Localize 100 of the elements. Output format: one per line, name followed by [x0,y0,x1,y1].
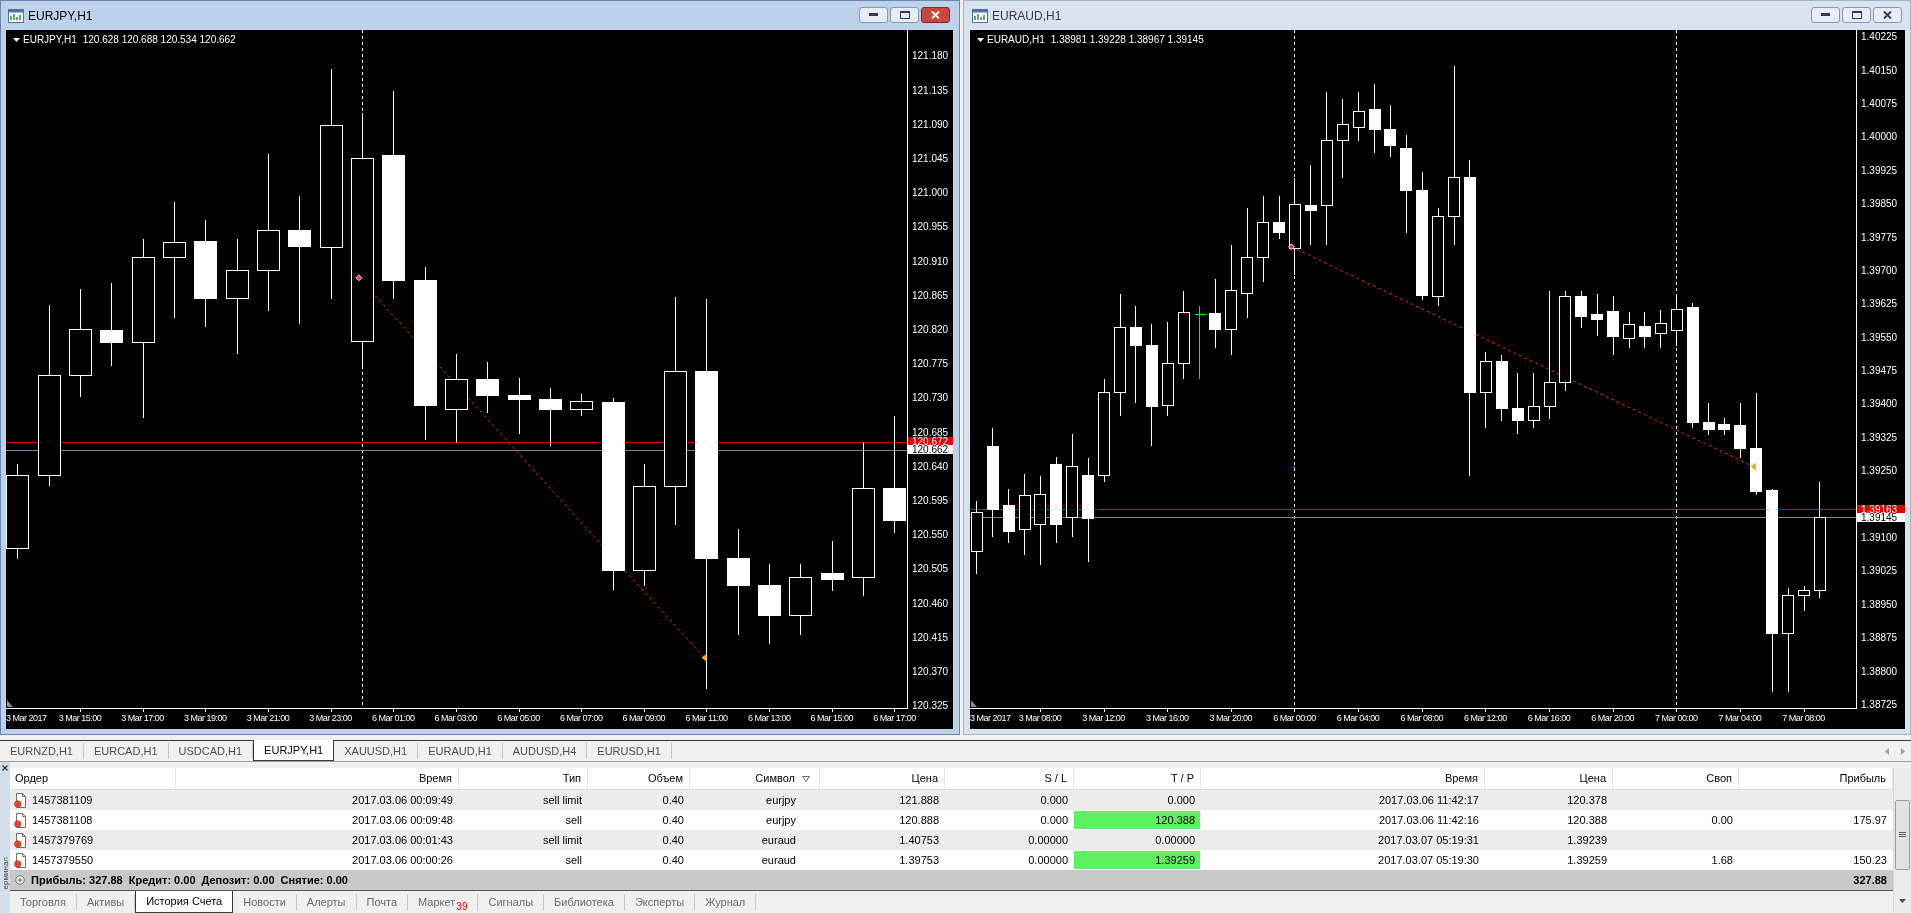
column-header[interactable]: Своп [1613,768,1739,789]
time-label: 3 Mar 2017 [6,712,47,724]
candlestick [1512,372,1524,434]
terminal-tab[interactable]: Новости [233,894,297,910]
column-header[interactable]: S / L [945,768,1074,789]
terminal-tab[interactable]: Маркет39 [408,894,479,910]
candlestick [1655,309,1667,348]
time-label: 6 Mar 07:00 [559,712,603,724]
column-header[interactable]: Время [1201,768,1485,789]
price-label: 120.865 [912,290,949,300]
time-label: 3 Mar 20:00 [1209,712,1253,724]
candlestick [1591,293,1603,336]
document-icon [14,792,27,808]
order-number: 1457381109 [32,792,93,808]
price-label: 1.38800 [1861,666,1898,676]
order-row[interactable]: 1457379769 2017.03.06 00:01:43 sell limit 0.40 euraud 1.40753 0.00000 0.00000 2017.03.07 05:19:31 1.39239 [10,830,1893,850]
document-icon [14,852,27,868]
shift-marker-icon [7,700,13,707]
price-label: 120.415 [912,632,949,642]
terminal-tab[interactable]: Библиотека [544,894,625,910]
minimize-button[interactable] [859,6,888,23]
price-label: 120.505 [912,564,949,574]
triangle-marker-icon [1750,462,1756,471]
terminal-tab[interactable]: Торговля [10,894,77,910]
close-icon[interactable] [2,765,8,771]
candlestick [1496,354,1508,421]
price-label: 1.39625 [1861,299,1898,309]
terminal-tab[interactable]: Сигналы [478,894,545,910]
terminal-tab[interactable]: Алерты [296,894,357,910]
terminal-tab[interactable]: Эксперты [624,894,696,910]
column-header[interactable]: Цена [820,768,945,789]
chart-tab[interactable]: EURJPY,H1 [253,740,335,761]
time-label: 3 Mar 12:00 [1082,712,1125,724]
column-header[interactable]: Время [176,768,459,789]
terminal-tab[interactable]: Почта [356,894,409,910]
close-time: 2017.03.07 05:19:30 [1378,852,1479,868]
close-icon [931,10,940,19]
order-number: 1457379769 [32,832,94,848]
close-button[interactable] [1873,6,1902,23]
candlestick [1607,295,1619,355]
ohlc-values: 1.38981 1.39228 1.38967 1.39145 [1050,34,1204,46]
column-header[interactable]: Объем [588,768,690,789]
scrollbar-track[interactable] [1893,768,1911,913]
chart-tab[interactable]: AUDUSD,H4 [502,743,588,759]
time-label: 7 Mar 08:00 [1782,712,1825,724]
time-label: 3 Mar 21:00 [246,712,290,724]
chart-symbol: EURJPY,H1 [23,34,77,46]
total-profit: 327.88 [1853,872,1888,888]
chart-icon [972,8,988,23]
close-button[interactable] [921,6,950,23]
triangle-marker-icon [701,653,707,662]
time-label: 6 Mar 03:00 [434,712,478,724]
price-label: 120.550 [912,530,949,540]
price-label: 1.39850 [1861,199,1898,209]
candlestick [1639,311,1651,348]
chart-tab[interactable]: EURNZD,H1 [0,743,84,759]
minimize-button[interactable] [1811,6,1840,23]
stop-loss: 0.000 [1040,812,1068,828]
price-label: 1.39250 [1861,466,1898,476]
order-row[interactable]: 1457381108 2017.03.06 00:09:48 sell 0.40 eurjpy 120.888 0.000 120.388 2017.03.06 11:42:16 120.388 0.00 175.97 [10,810,1893,830]
column-header[interactable]: Цена [1485,768,1613,789]
stop-loss: 0.00000 [1028,832,1068,848]
window-title: EURJPY,H1 [28,7,93,25]
diamond-marker-icon [1288,243,1295,251]
time-label: 3 Mar 16:00 [1145,712,1189,724]
column-header[interactable]: T / P [1074,768,1201,789]
candlestick [789,563,812,635]
chart-tab[interactable]: EURAUD,H1 [418,743,503,759]
profit: 175.97 [1853,812,1887,828]
shift-marker-icon [971,700,977,707]
column-header[interactable]: Символ [690,768,820,789]
down-arrow-icon[interactable] [1899,899,1906,903]
price-label: 120.370 [912,667,949,676]
scrollbar-thumb[interactable] [1895,800,1910,870]
terminal-tab[interactable]: История Счета [135,891,234,913]
price-label: 1.40000 [1861,132,1898,142]
swap: 1.68 [1711,852,1733,868]
caret-icon[interactable] [13,38,20,42]
terminal-tab[interactable]: Журнал [695,894,757,910]
time-label: 6 Mar 00:00 [1273,712,1316,724]
chart-tab[interactable]: XAUUSD,H1 [334,743,419,759]
column-header[interactable]: Тип [459,768,588,789]
price-label: 1.39475 [1861,366,1898,376]
time-label: 6 Mar 04:00 [1336,712,1380,724]
close-time: 2017.03.06 11:42:16 [1378,812,1479,828]
order-row[interactable]: 1457381109 2017.03.06 00:09:49 sell limit 0.40 eurjpy 121.888 0.000 0.000 2017.03.06 11:42:17 120.378 [10,790,1893,810]
caret-icon[interactable] [977,38,984,42]
volume: 0.40 [662,812,684,828]
candlestick [1703,402,1715,435]
unread-count: 39 [456,899,468,913]
candlestick [1273,195,1285,239]
chart-tab[interactable]: EURUSD,H1 [587,743,672,759]
restore-button[interactable] [890,6,919,23]
order-row[interactable]: 1457379550 2017.03.06 00:00:26 sell 0.40 euraud 1.39753 0.00000 1.39259 2017.03.07 05:19:30 1.39259 1.68 150.23 [10,850,1893,870]
candlestick [1528,372,1540,428]
take-profit: 120.388 [1074,811,1200,829]
column-header[interactable]: Ордер [10,768,176,789]
restore-button[interactable] [1842,6,1871,23]
price-label: 1.39400 [1861,399,1898,409]
chart-tab[interactable]: EURCAD,H1 [83,743,169,759]
